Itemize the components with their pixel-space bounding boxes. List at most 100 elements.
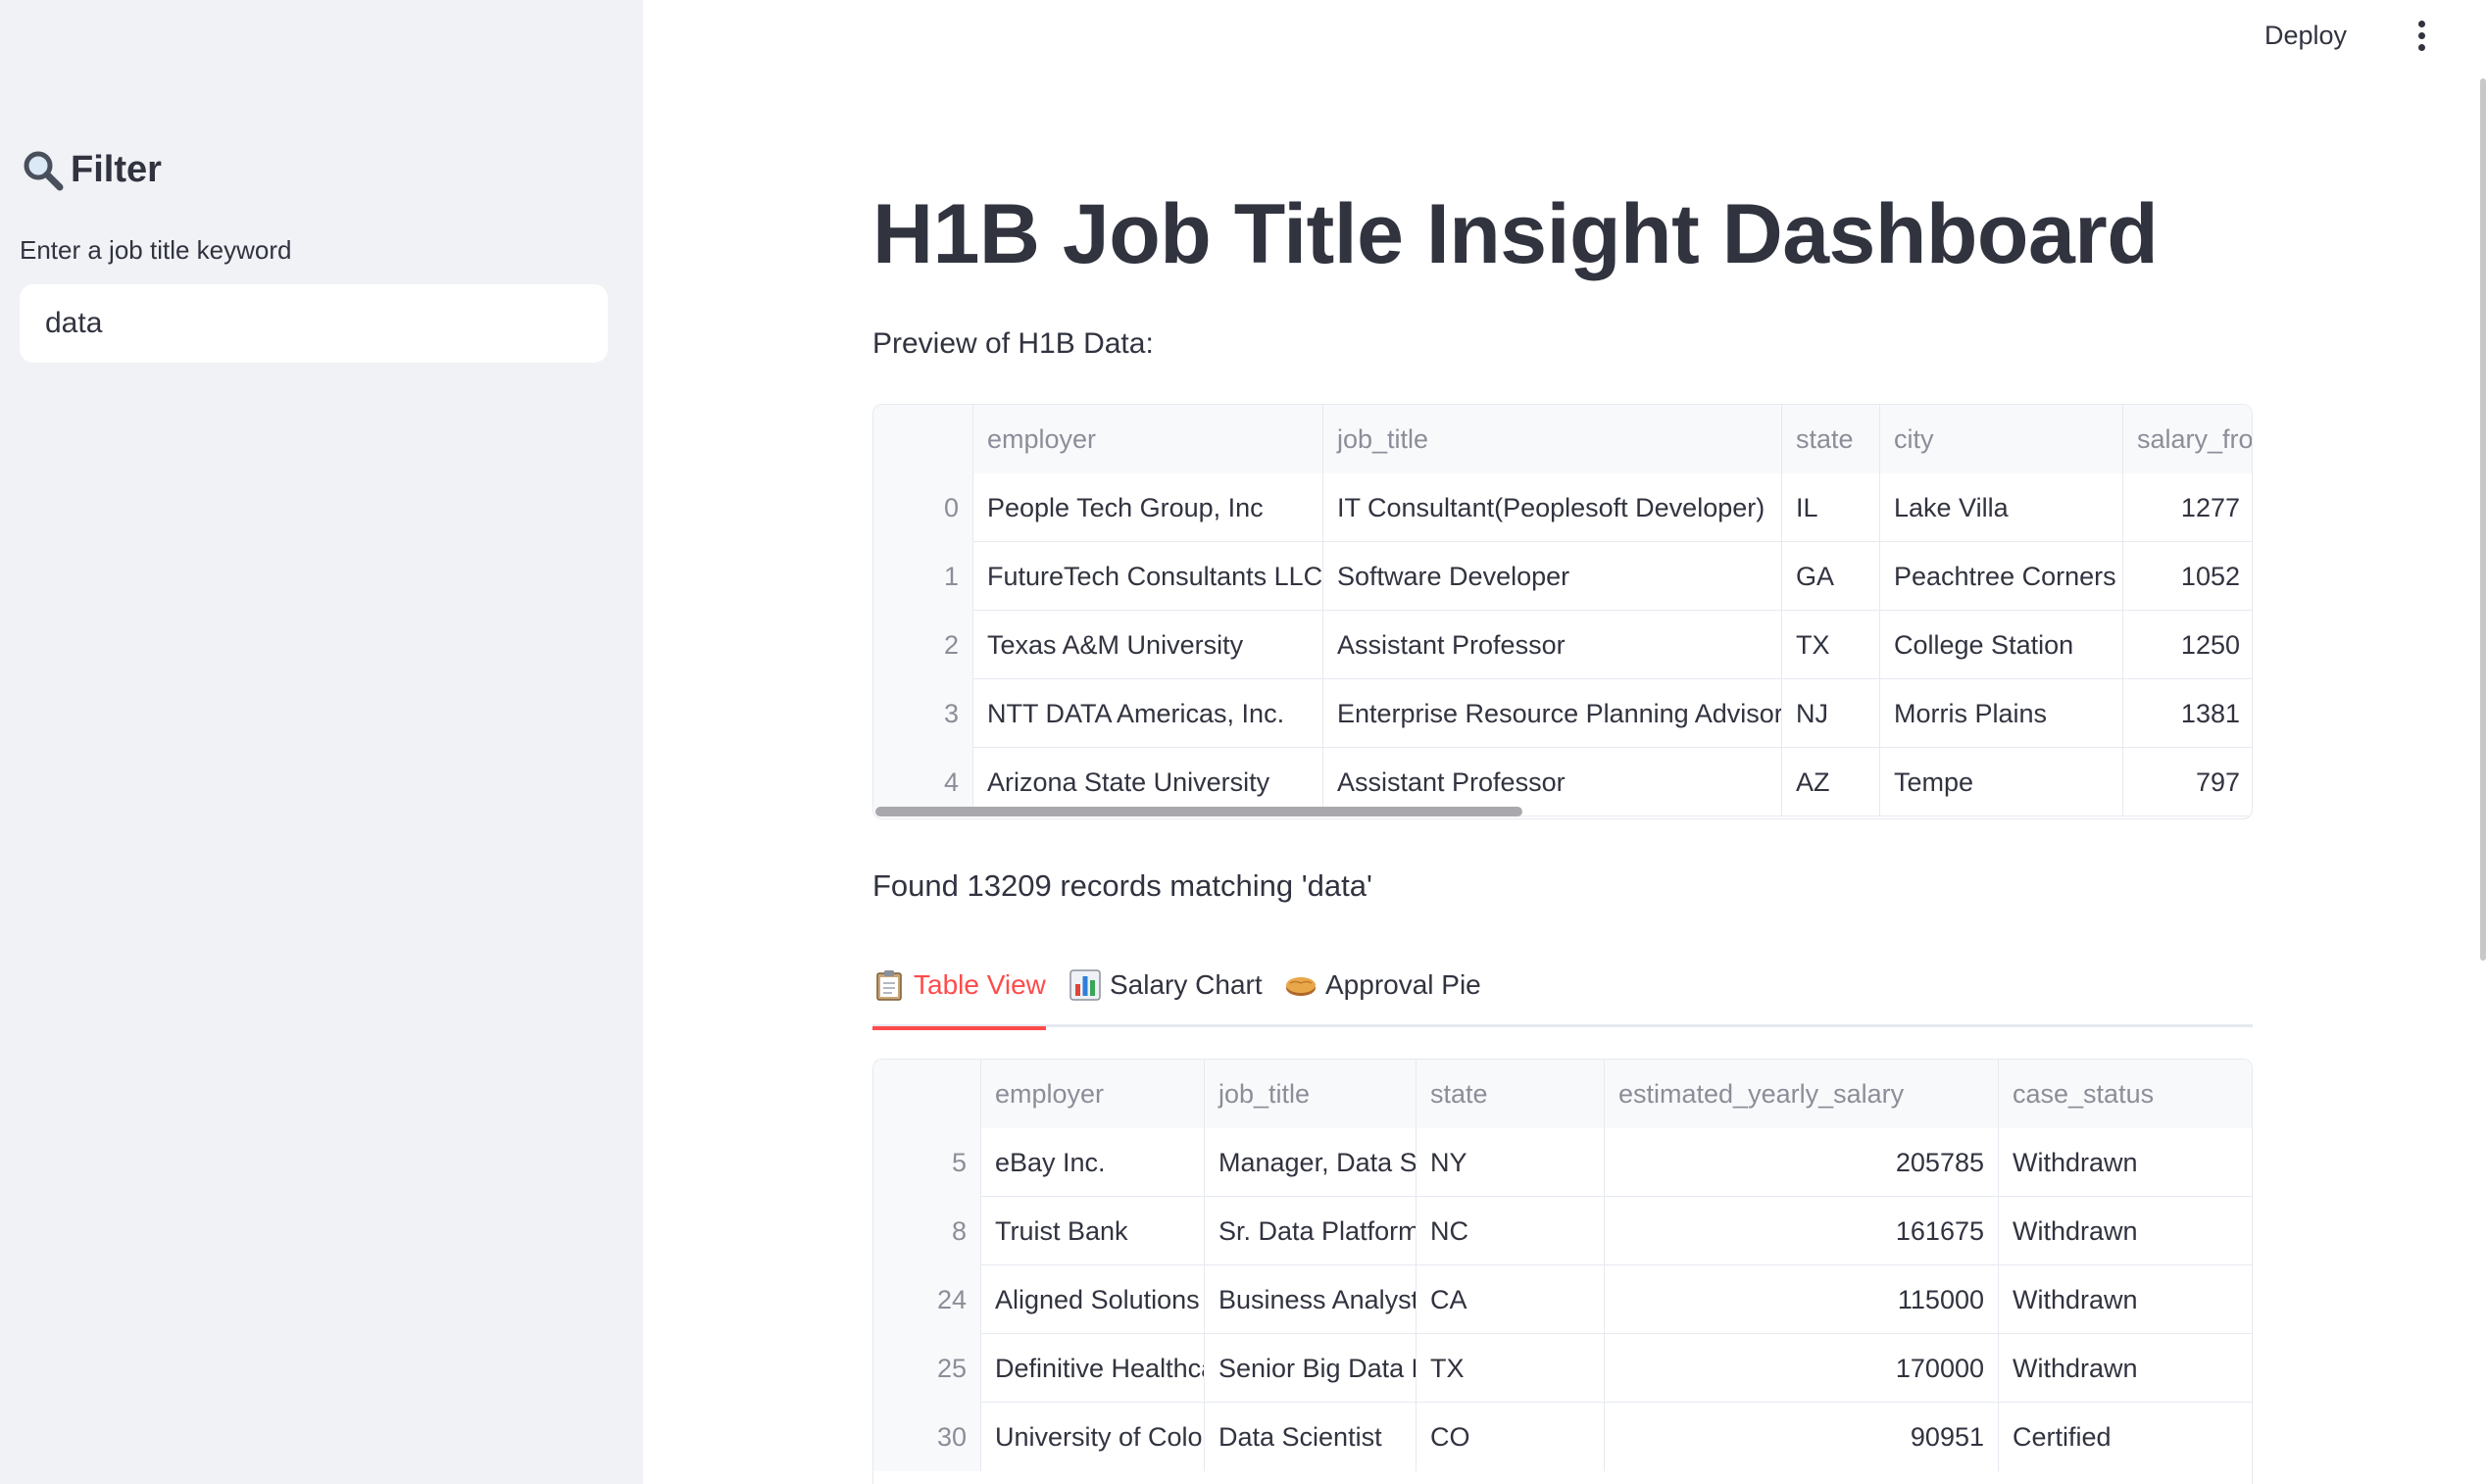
- table-row: 0 People Tech Group, Inc IT Consultant(P…: [873, 473, 2252, 542]
- tab-table-view[interactable]: Table View: [872, 959, 1046, 1030]
- column-header[interactable]: employer: [981, 1060, 1205, 1128]
- row-index: 24: [873, 1265, 981, 1334]
- table-cell[interactable]: Peachtree Corners: [1880, 542, 2123, 611]
- sidebar-title: Filter: [20, 147, 162, 192]
- keyword-input[interactable]: [20, 284, 608, 363]
- table-cell[interactable]: Definitive Healthca: [981, 1334, 1205, 1403]
- found-records-text: Found 13209 records matching 'data': [872, 868, 1372, 903]
- sidebar: Filter Enter a job title keyword: [0, 0, 643, 1484]
- table-row: 5 eBay Inc. Manager, Data Sc NY 205785 W…: [873, 1128, 2252, 1197]
- tab-approval-pie[interactable]: Approval Pie: [1284, 959, 1481, 1027]
- table-row: 1 FutureTech Consultants LLC Software De…: [873, 542, 2252, 611]
- table-cell[interactable]: CA: [1417, 1265, 1605, 1334]
- table-cell[interactable]: 170000: [1605, 1334, 1999, 1403]
- table-cell[interactable]: TX: [1417, 1334, 1605, 1403]
- page-title: H1B Job Title Insight Dashboard: [872, 187, 2159, 281]
- pie-icon: [1286, 977, 1316, 996]
- table-cell[interactable]: 1381: [2123, 679, 2252, 748]
- table-cell[interactable]: Aligned Solutions: [981, 1265, 1205, 1334]
- table-cell[interactable]: Business Analyst: [1205, 1265, 1417, 1334]
- column-header[interactable]: job_title: [1205, 1060, 1417, 1128]
- table-row: 30 University of Color Data Scientist CO…: [873, 1403, 2252, 1471]
- horizontal-scrollbar[interactable]: [875, 807, 1522, 816]
- table-cell[interactable]: 1052: [2123, 542, 2252, 611]
- table-cell[interactable]: Withdrawn: [1999, 1128, 2252, 1197]
- table-header-row: employer job_title state estimated_yearl…: [873, 1060, 2252, 1128]
- column-header[interactable]: state: [1782, 405, 1880, 473]
- kebab-menu-icon[interactable]: [2406, 14, 2437, 57]
- table-cell[interactable]: Enterprise Resource Planning Advisor: [1323, 679, 1782, 748]
- magnifier-icon: [24, 151, 64, 191]
- row-index: 1: [873, 542, 973, 611]
- sidebar-title-text: Filter: [71, 148, 162, 190]
- index-header: [873, 405, 973, 473]
- page-scrollbar[interactable]: [2480, 78, 2486, 961]
- table-cell[interactable]: Withdrawn: [1999, 1197, 2252, 1265]
- index-header: [873, 1060, 981, 1128]
- table-cell[interactable]: Sr. Data Platform: [1205, 1197, 1417, 1265]
- table-cell[interactable]: TX: [1782, 611, 1880, 679]
- table-cell[interactable]: 115000: [1605, 1265, 1999, 1334]
- table-cell[interactable]: NJ: [1782, 679, 1880, 748]
- table-cell[interactable]: IT Consultant(Peoplesoft Developer): [1323, 473, 1782, 542]
- table-cell[interactable]: 1250: [2123, 611, 2252, 679]
- table-cell[interactable]: Software Developer: [1323, 542, 1782, 611]
- column-header[interactable]: salary_fro: [2123, 405, 2252, 473]
- table-cell[interactable]: College Station: [1880, 611, 2123, 679]
- table-cell[interactable]: eBay Inc.: [981, 1128, 1205, 1197]
- table-cell[interactable]: Certified: [1999, 1403, 2252, 1471]
- preview-table[interactable]: employer job_title state city salary_fro…: [872, 404, 2253, 819]
- table-cell[interactable]: FutureTech Consultants LLC: [973, 542, 1323, 611]
- table-cell[interactable]: GA: [1782, 542, 1880, 611]
- table-cell[interactable]: CO: [1417, 1403, 1605, 1471]
- table-cell[interactable]: NTT DATA Americas, Inc.: [973, 679, 1323, 748]
- table-cell[interactable]: Lake Villa: [1880, 473, 2123, 542]
- results-table[interactable]: employer job_title state estimated_yearl…: [872, 1059, 2253, 1484]
- table-cell[interactable]: 1277: [2123, 473, 2252, 542]
- bar-chart-icon: [1069, 969, 1101, 1001]
- table-cell[interactable]: 797: [2123, 748, 2252, 816]
- column-header[interactable]: city: [1880, 405, 2123, 473]
- table-cell[interactable]: 205785: [1605, 1128, 1999, 1197]
- column-header[interactable]: employer: [973, 405, 1323, 473]
- table-cell[interactable]: 161675: [1605, 1197, 1999, 1265]
- table-cell[interactable]: Tempe: [1880, 748, 2123, 816]
- table-row: 3 NTT DATA Americas, Inc. Enterprise Res…: [873, 679, 2252, 748]
- tab-salary-chart[interactable]: Salary Chart: [1069, 959, 1263, 1027]
- table-cell[interactable]: Data Scientist: [1205, 1403, 1417, 1471]
- table-cell[interactable]: People Tech Group, Inc: [973, 473, 1323, 542]
- table-row: 8 Truist Bank Sr. Data Platform NC 16167…: [873, 1197, 2252, 1265]
- table-cell[interactable]: Assistant Professor: [1323, 611, 1782, 679]
- clipboard-icon: [876, 970, 902, 1001]
- preview-label: Preview of H1B Data:: [872, 327, 1154, 360]
- table-cell[interactable]: AZ: [1782, 748, 1880, 816]
- row-index: 5: [873, 1128, 981, 1197]
- table-cell[interactable]: Withdrawn: [1999, 1334, 2252, 1403]
- table-cell[interactable]: Manager, Data Sc: [1205, 1128, 1417, 1197]
- table-header-row: employer job_title state city salary_fro: [873, 405, 2252, 473]
- tab-bar: Table View Salary Chart Approval Pie: [872, 959, 2253, 1030]
- table-row: 25 Definitive Healthca Senior Big Data E…: [873, 1334, 2252, 1403]
- table-cell[interactable]: 90951: [1605, 1403, 1999, 1471]
- table-cell[interactable]: Senior Big Data E: [1205, 1334, 1417, 1403]
- app: Filter Enter a job title keyword Deploy …: [0, 0, 2486, 1484]
- tab-label: Salary Chart: [1110, 969, 1263, 1000]
- row-index: 30: [873, 1403, 981, 1471]
- row-index: 25: [873, 1334, 981, 1403]
- column-header[interactable]: estimated_yearly_salary: [1605, 1060, 1999, 1128]
- column-header[interactable]: case_status: [1999, 1060, 2252, 1128]
- row-index: 0: [873, 473, 973, 542]
- table-cell[interactable]: University of Color: [981, 1403, 1205, 1471]
- table-row: 24 Aligned Solutions Business Analyst CA…: [873, 1265, 2252, 1334]
- table-cell[interactable]: Withdrawn: [1999, 1265, 2252, 1334]
- table-cell[interactable]: NY: [1417, 1128, 1605, 1197]
- table-cell[interactable]: Morris Plains: [1880, 679, 2123, 748]
- deploy-button[interactable]: Deploy: [2264, 14, 2347, 57]
- column-header[interactable]: job_title: [1323, 405, 1782, 473]
- table-cell[interactable]: Texas A&M University: [973, 611, 1323, 679]
- tab-label: Approval Pie: [1325, 969, 1481, 1000]
- table-cell[interactable]: NC: [1417, 1197, 1605, 1265]
- table-cell[interactable]: Truist Bank: [981, 1197, 1205, 1265]
- column-header[interactable]: state: [1417, 1060, 1605, 1128]
- table-cell[interactable]: IL: [1782, 473, 1880, 542]
